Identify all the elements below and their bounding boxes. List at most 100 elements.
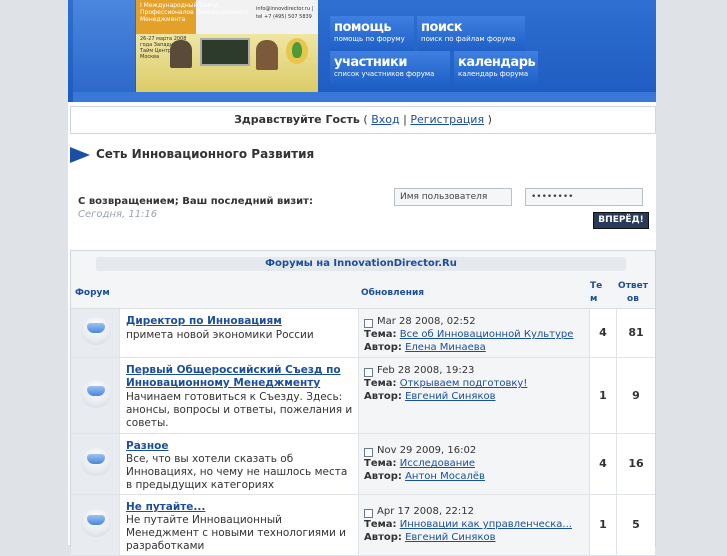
nav-help-subtitle: помощь по форуму (334, 35, 405, 43)
topic-label: Тема: (364, 329, 397, 340)
nav-help-title: помощь (334, 20, 392, 35)
photo-person (256, 40, 278, 70)
last-post-author: Автор: Евгений Синяков (364, 532, 496, 543)
forum-description: Начинаем готовиться к Съезду. Здесь: ано… (126, 391, 353, 429)
last-visit-date: Сегодня, 11:16 (78, 209, 158, 220)
last-post-author: Автор: Евгений Синяков (364, 391, 496, 402)
last-post-icon[interactable] (364, 368, 373, 377)
nav-search-subtitle: поиск по файлам форума (421, 35, 516, 43)
last-post-icon[interactable] (364, 509, 373, 518)
page: I Международный Съезд Профессионалов Инн… (68, 0, 656, 556)
leaf-icon (292, 42, 302, 58)
last-post-date: Nov 29 2009, 16:02 (377, 445, 477, 456)
last-post-date: Mar 28 2008, 02:52 (377, 316, 476, 327)
forum-description: Не путайте Инновационный Менеджмент с но… (126, 514, 347, 552)
replies-count: 16 (616, 434, 655, 494)
last-post-topic-link[interactable]: Открываем подготовку! (400, 378, 528, 389)
last-post-icon[interactable] (364, 448, 373, 457)
last-post-date: Feb 28 2008, 19:23 (377, 365, 475, 376)
forum-title-link[interactable]: Разное (126, 440, 354, 453)
welcome-label: С возвращением; Ваш последний визит: (78, 196, 313, 207)
last-post-author: Автор: Антон Мосалёв (364, 471, 485, 482)
greeting-separator: | (403, 113, 407, 126)
topic-label: Тема: (364, 519, 397, 530)
arrow-icon (70, 147, 90, 163)
photo-person (170, 40, 192, 68)
forum-info-cell: Первый Общероссийский Съезд по Инновацио… (119, 358, 358, 433)
last-post-topic-link[interactable]: Все об Инновационной Культуре (400, 329, 574, 340)
forum-title-link[interactable]: Не путайте... (126, 501, 354, 514)
forum-status-icon-core (87, 386, 105, 396)
photo-monitor (200, 38, 250, 66)
last-post-author: Автор: Елена Минаева (364, 342, 486, 353)
banner-contacts: info@innovdirector.ru | tel +7 (495) 507… (256, 6, 314, 20)
forum-list: Форумы на InnovationDirector.Ru Форум Об… (70, 250, 656, 556)
username-input[interactable]: Имя пользователя (394, 188, 512, 206)
last-post-date: Apr 17 2008, 22:12 (377, 506, 475, 517)
forum-table-header: Форум Обновления Тем Ответов (71, 276, 655, 309)
password-input[interactable]: •••••••• (525, 188, 643, 206)
forum-info-cell: Не путайте... Не путайте Инновационный М… (119, 495, 358, 555)
forum-title-link[interactable]: Первый Общероссийский Съезд по Инновацио… (126, 364, 354, 390)
last-post-topic: Тема: Открываем подготовку! (364, 378, 527, 389)
site-title: Сеть Инновационного Развития (96, 147, 315, 161)
last-post-cell: Mar 28 2008, 02:52 Тема: Все об Инноваци… (358, 309, 589, 357)
nav-members-button[interactable]: участники список участников форума (330, 51, 450, 87)
last-post-topic: Тема: Исследование (364, 458, 475, 469)
last-post-topic-link[interactable]: Инновации как управленческа... (400, 519, 572, 530)
forum-list-caption: Форумы на InnovationDirector.Ru (96, 257, 626, 271)
last-post-cell: Nov 29 2009, 16:02 Тема: Исследование Ав… (358, 434, 589, 494)
forum-info-cell: Разное Все, что вы хотели сказать об Инн… (119, 434, 358, 494)
last-post-author-link[interactable]: Евгений Синяков (405, 532, 495, 543)
last-post-author-link[interactable]: Антон Мосалёв (405, 471, 485, 482)
last-post-author-link[interactable]: Евгений Синяков (405, 391, 495, 402)
forum-row: Разное Все, что вы хотели сказать об Инн… (71, 434, 655, 495)
topic-label: Тема: (364, 458, 397, 469)
nav-help-button[interactable]: помощь помощь по форуму (330, 16, 414, 52)
topics-count: 1 (589, 495, 616, 555)
forum-description: Все, что вы хотели сказать об Инновациях… (126, 453, 348, 491)
topic-label: Тема: (364, 378, 397, 389)
forum-description: примета новой экономики России (126, 329, 314, 341)
replies-count: 5 (616, 495, 655, 555)
forum-row: Первый Общероссийский Съезд по Инновацио… (71, 358, 655, 434)
last-post-icon[interactable] (364, 319, 373, 328)
column-updates: Обновления (361, 288, 425, 298)
nav-calendar-subtitle: календарь форума (458, 70, 529, 78)
last-post-cell: Feb 28 2008, 19:23 Тема: Открываем подго… (358, 358, 589, 433)
nav-calendar-title: календарь (458, 55, 536, 70)
topics-count: 4 (589, 309, 616, 357)
congress-banner[interactable]: I Международный Съезд Профессионалов Инн… (136, 0, 318, 102)
header: I Международный Съезд Профессионалов Инн… (68, 0, 656, 102)
forum-status-icon-core (87, 515, 105, 525)
login-submit-button[interactable]: ВПЕРЁД! (593, 212, 649, 229)
column-replies: Ответов (618, 281, 648, 304)
banner-title: I Международный Съезд Профессионалов Инн… (140, 2, 249, 23)
greeting-text: Здравствуйте Гость (234, 113, 360, 126)
forum-status-cell (71, 434, 119, 494)
author-label: Автор: (364, 342, 402, 353)
nav-search-button[interactable]: поиск поиск по файлам форума (417, 16, 525, 52)
forum-status-cell (71, 358, 119, 433)
forum-row: Не путайте... Не путайте Инновационный М… (71, 495, 655, 556)
greeting-bar: Здравствуйте Гость ( Вход | Регистрация … (70, 106, 656, 134)
forum-status-cell (71, 495, 119, 555)
forum-title-link[interactable]: Директор по Инновациям (126, 315, 354, 328)
last-post-topic-link[interactable]: Исследование (400, 458, 475, 469)
last-post-cell: Apr 17 2008, 22:12 Тема: Инновации как у… (358, 495, 589, 555)
author-label: Автор: (364, 532, 402, 543)
login-link[interactable]: Вход (371, 113, 399, 126)
header-bottom-strip (73, 92, 656, 102)
greeting-open-paren: ( (363, 113, 368, 126)
column-topics: Тем (590, 281, 603, 304)
forum-row: Директор по Инновациям примета новой эко… (71, 309, 655, 358)
last-post-author-link[interactable]: Елена Минаева (405, 342, 486, 353)
forum-status-cell (71, 309, 119, 357)
nav-search-title: поиск (421, 20, 463, 35)
column-forum: Форум (75, 288, 110, 298)
register-link[interactable]: Регистрация (410, 113, 484, 126)
greeting-close-paren: ) (487, 113, 492, 126)
topics-count: 1 (589, 358, 616, 433)
forum-info-cell: Директор по Инновациям примета новой эко… (119, 309, 358, 357)
nav-calendar-button[interactable]: календарь календарь форума (454, 51, 538, 87)
